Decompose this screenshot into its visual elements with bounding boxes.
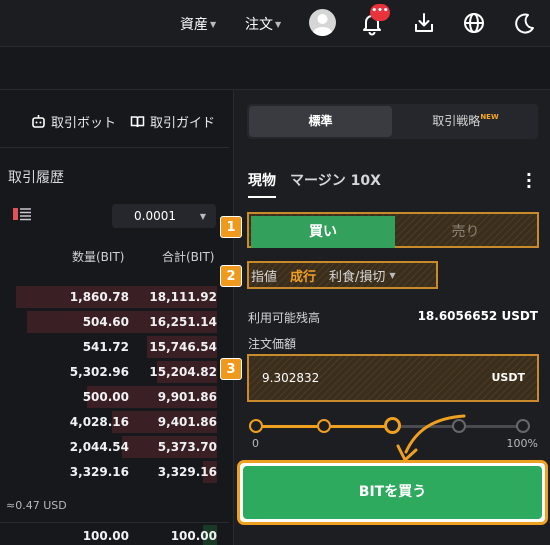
available-balance-label: 利用可能残高 [248,311,321,325]
top-bar: 資産 ▼ 注文 ▼ ••• [0,0,550,47]
nav-orders[interactable]: 注文 ▼ [245,14,281,34]
caret-down-icon: ▼ [389,270,396,280]
mode-segmented-control: 標準 取引戦略NEW [247,104,538,139]
tab-standard[interactable]: 標準 [249,106,392,137]
slider-max-label: 100% [506,437,538,450]
right-panel: 標準 取引戦略NEW 現物 マージン 10X · · · 買い 売り 1 指値 成行… [220,90,550,545]
table-row[interactable]: 3,329.16 3,329.16 [0,461,229,483]
download-icon[interactable] [410,9,438,37]
caret-down-icon: ▼ [199,211,206,221]
amount-slider[interactable]: 0 100% [248,413,538,450]
notification-badge: ••• [370,4,390,21]
table-row[interactable]: 541.72 15,746.54 [0,336,229,358]
order-amount-unit: USDT [491,371,526,384]
trade-history-title: 取引履歴 [8,170,64,186]
tab-strategy-label: 取引戦略 [432,114,481,128]
row-total: 15,204.82 [149,365,217,379]
table-row[interactable]: 2,044.54 5,373.70 [0,436,229,458]
globe-icon[interactable] [460,9,488,37]
divider [0,522,229,523]
trade-links: 取引ボット 取引ガイド [31,112,215,131]
nav-assets[interactable]: 資産 ▼ [180,14,216,34]
slider-min-label: 0 [252,437,259,450]
row-total: 5,373.70 [157,440,217,454]
order-type-limit[interactable]: 指値 [251,266,277,285]
row-qty: 500.00 [82,390,129,404]
order-amount-value: 9.302832 [262,371,320,385]
step-badge-1: 1 [220,216,242,238]
caret-down-icon: ▼ [210,19,217,29]
tab-margin[interactable]: マージン 10X [290,170,381,198]
nav-orders-label: 注文 [245,17,273,33]
table-row[interactable]: 100.00 100.00 [0,525,229,545]
sub-bar [0,48,550,90]
divider [0,147,229,148]
trading-guide-link[interactable]: 取引ガイド [130,112,215,131]
buy-tab[interactable]: 買い [251,216,395,248]
column-header-total: 合計(BIT) [162,250,215,264]
buy-bit-button[interactable]: BITを買う [243,466,542,519]
order-amount-input[interactable]: 9.302832 USDT [247,354,539,402]
new-badge: NEW [480,113,499,121]
trading-bot-link[interactable]: 取引ボット [31,112,116,131]
left-panel: 取引ボット 取引ガイド 取引履歴 0.0001 ▼ 数量(BIT) 合計(BIT… [0,90,229,545]
buy-button-highlight: BITを買う [237,460,548,525]
moon-icon[interactable] [510,9,538,37]
row-total: 9,401.86 [157,415,217,429]
curved-arrow-icon [396,414,466,462]
step-badge-2: 2 [220,265,242,287]
avatar[interactable] [309,9,336,36]
row-qty: 2,044.54 [69,440,129,454]
robot-icon [32,115,45,128]
usd-price: ≈0.47 USD [6,499,67,512]
row-qty: 3,329.16 [69,465,129,479]
caret-down-icon: ▼ [275,19,282,29]
row-qty: 541.72 [82,340,129,354]
precision-value: 0.0001 [134,209,176,223]
table-row[interactable]: 1,860.78 18,111.92 [0,286,229,308]
row-total: 16,251.14 [149,315,217,329]
market-tabs: 現物 マージン 10X [248,170,381,198]
step-badge-3: 3 [220,358,242,380]
more-options-icon[interactable]: · · · [526,167,532,195]
row-total: 18,111.92 [149,290,217,304]
orderbook-view-icon[interactable] [13,207,31,221]
row-total: 100.00 [170,529,217,543]
available-balance-value: 18.6056652 USDT [417,309,538,323]
row-qty: 1,860.78 [69,290,129,304]
table-row[interactable]: 500.00 9,901.86 [0,386,229,408]
row-total: 15,746.54 [149,340,217,354]
order-type-market[interactable]: 成行 [290,266,316,285]
trading-bot-label: 取引ボット [50,116,116,131]
table-row[interactable]: 4,028.16 9,401.86 [0,411,229,433]
row-total: 9,901.86 [157,390,217,404]
nav-assets-label: 資産 [180,17,208,33]
sell-tab[interactable]: 売り [395,216,536,248]
slider-step-25[interactable] [317,419,331,433]
table-row[interactable]: 5,302.96 15,204.82 [0,361,229,383]
user-icon [312,14,333,36]
row-qty: 100.00 [82,529,129,543]
row-qty: 504.60 [82,315,129,329]
column-header-qty: 数量(BIT) [72,250,125,264]
tab-spot[interactable]: 現物 [248,170,276,198]
table-row[interactable]: 504.60 16,251.14 [0,311,229,333]
slider-step-100[interactable] [516,419,530,433]
row-qty: 4,028.16 [69,415,129,429]
order-amount-label: 注文価額 [248,337,297,351]
precision-select[interactable]: 0.0001 ▼ [112,204,216,228]
row-qty: 5,302.96 [69,365,129,379]
order-type-tpsl[interactable]: 利食/損切 [329,266,385,285]
row-total: 3,329.16 [157,465,217,479]
tab-strategy[interactable]: 取引戦略NEW [394,106,537,137]
buy-sell-toggle: 買い 売り [247,212,539,248]
book-icon [130,116,145,128]
trading-guide-label: 取引ガイド [149,116,215,131]
order-type-tabs: 指値 成行 利食/損切 ▼ [247,261,438,289]
slider-step-0[interactable] [249,419,263,433]
